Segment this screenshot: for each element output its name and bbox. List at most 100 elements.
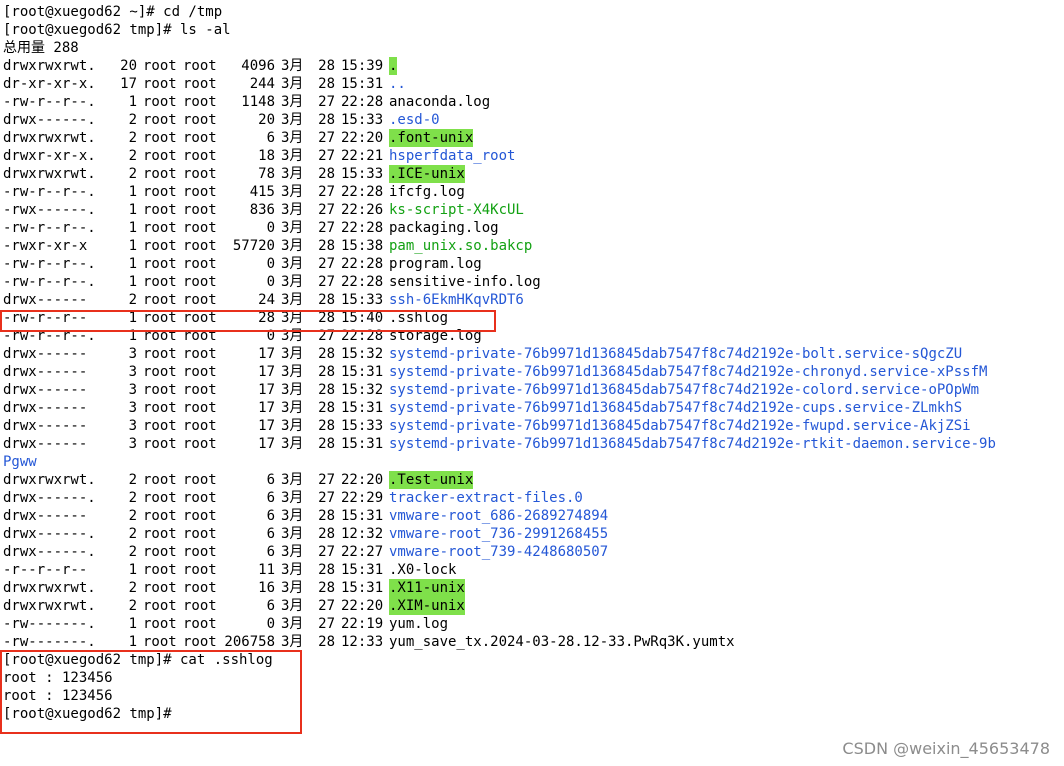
time: 22:21 [341, 148, 384, 164]
link-count: 2 [128, 472, 137, 488]
link-count: 1 [128, 616, 137, 632]
month: 3月 [281, 184, 304, 200]
time: 22:20 [341, 472, 384, 488]
link-count: 2 [128, 598, 137, 614]
month: 3月 [281, 292, 304, 308]
file-size: 0 [266, 220, 275, 236]
group: root [183, 634, 217, 650]
listing-row: drwx------ 3 root root 17 3月 28 15:32 systemd-pr… [3, 345, 1061, 363]
permissions: -rw-r--r--. [3, 220, 96, 236]
file-name: .Test-unix [389, 471, 474, 489]
day: 28 [318, 418, 335, 434]
listing-row: drwx------. 2 root root 20 3月 28 15:33 .esd-0 [3, 111, 1061, 129]
permissions: drwx------ [3, 508, 88, 524]
owner: root [143, 148, 177, 164]
file-name: .font-unix [389, 129, 474, 147]
owner: root [143, 526, 177, 542]
listing-section-1: drwxrwxrwt. 20 root root 4096 3月 28 15:39. dr-xr… [3, 57, 1061, 453]
file-name: vmware-root_736-2991268455 [389, 526, 609, 542]
group: root [183, 418, 217, 434]
day: 27 [318, 544, 335, 560]
file-name: yum.log [389, 616, 449, 632]
time: 22:28 [341, 184, 384, 200]
file-name: .. [389, 76, 406, 92]
month: 3月 [281, 76, 304, 92]
file-name: systemd-private-76b9971d136845dab7547f8c… [389, 436, 996, 452]
time: 15:32 [341, 346, 384, 362]
month: 3月 [281, 166, 304, 182]
month: 3月 [281, 148, 304, 164]
link-count: 2 [128, 112, 137, 128]
group: root [183, 580, 217, 596]
file-size: 1148 [241, 94, 275, 110]
listing-row: drwxrwxrwt. 20 root root 4096 3月 28 15:39. [3, 57, 1061, 75]
link-count: 1 [128, 634, 137, 650]
listing-row: drwxr-xr-x. 2 root root 18 3月 27 22:21 hsperfdat… [3, 147, 1061, 165]
month: 3月 [281, 418, 304, 434]
time: 22:20 [341, 598, 384, 614]
day: 28 [318, 364, 335, 380]
day: 28 [318, 58, 335, 74]
month: 3月 [281, 382, 304, 398]
month: 3月 [281, 94, 304, 110]
listing-row: -rw-r--r--. 1 root root 0 3月 27 22:28 program.lo… [3, 255, 1061, 273]
permissions: drwxrwxrwt. [3, 166, 96, 182]
listing-row: -rw-------. 1 root root 0 3月 27 22:19 yum.log [3, 615, 1061, 633]
month: 3月 [281, 490, 304, 506]
owner: root [143, 274, 177, 290]
time: 15:33 [341, 292, 384, 308]
month: 3月 [281, 562, 304, 578]
day: 27 [318, 130, 335, 146]
owner: root [143, 382, 177, 398]
permissions: -rwxr-xr-x [3, 238, 88, 254]
file-size: 836 [249, 202, 275, 218]
permissions: drwx------ [3, 418, 88, 434]
time: 15:31 [341, 76, 384, 92]
owner: root [143, 94, 177, 110]
listing-row: -rw-r--r--. 1 root root 0 3月 27 22:28 sensitive-… [3, 273, 1061, 291]
listing-row: drwx------ 3 root root 17 3月 28 15:31 systemd-pr… [3, 363, 1061, 381]
terminal-window[interactable]: [root@xuegod62 ~]# cd /tmp [root@xuegod6… [3, 3, 1061, 723]
total-line: 总用量 288 [3, 40, 79, 56]
day: 28 [318, 400, 335, 416]
month: 3月 [281, 544, 304, 560]
time: 15:31 [341, 580, 384, 596]
time: 15:31 [341, 364, 384, 380]
group: root [183, 256, 217, 272]
file-size: 24 [258, 292, 275, 308]
permissions: drwx------. [3, 490, 96, 506]
time: 15:31 [341, 436, 384, 452]
owner: root [143, 598, 177, 614]
file-name: ks-script-X4KcUL [389, 202, 524, 218]
time: 15:39 [341, 58, 384, 74]
owner: root [143, 616, 177, 632]
group: root [183, 94, 217, 110]
file-size: 244 [249, 76, 275, 92]
group: root [183, 616, 217, 632]
group: root [183, 508, 217, 524]
permissions: drwx------ [3, 400, 88, 416]
link-count: 1 [128, 256, 137, 272]
link-count: 17 [120, 76, 137, 92]
permissions: -rw-r--r--. [3, 256, 96, 272]
group: root [183, 130, 217, 146]
link-count: 3 [128, 400, 137, 416]
listing-row: drwxrwxrwt. 2 root root 16 3月 28 15:31 .X11-unix [3, 579, 1061, 597]
day: 28 [318, 76, 335, 92]
listing-row: drwx------. 2 root root 6 3月 27 22:29 tracker-ex… [3, 489, 1061, 507]
link-count: 2 [128, 130, 137, 146]
listing-row: drwx------. 2 root root 6 3月 27 22:27 vmware-roo… [3, 543, 1061, 561]
day: 28 [318, 436, 335, 452]
listing-row: dr-xr-xr-x. 17 root root 244 3月 28 15:31.. [3, 75, 1061, 93]
group: root [183, 184, 217, 200]
group: root [183, 148, 217, 164]
month: 3月 [281, 580, 304, 596]
file-name: anaconda.log [389, 94, 491, 110]
file-size: 6 [266, 598, 275, 614]
group: root [183, 292, 217, 308]
time: 15:31 [341, 562, 384, 578]
listing-row: drwx------ 3 root root 17 3月 28 15:31 systemd-pr… [3, 435, 1061, 453]
day: 27 [318, 220, 335, 236]
permissions: drwxrwxrwt. [3, 130, 96, 146]
month: 3月 [281, 616, 304, 632]
